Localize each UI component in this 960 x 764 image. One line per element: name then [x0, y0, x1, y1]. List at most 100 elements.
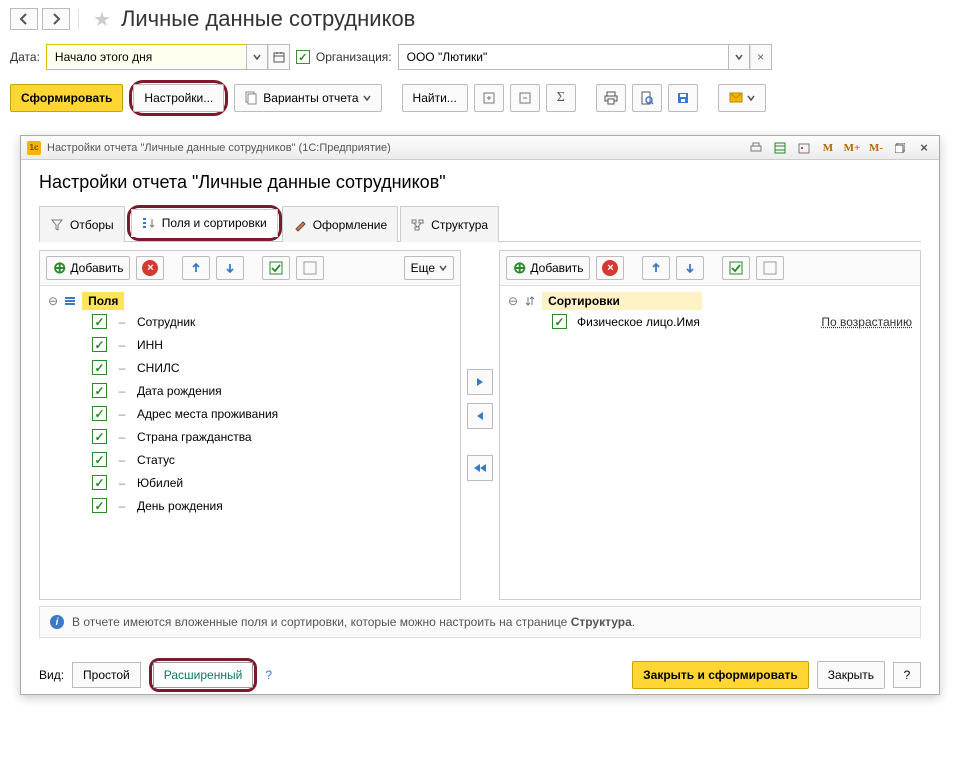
titlebar-m-button[interactable]: M	[819, 140, 837, 156]
sort-check-all[interactable]	[722, 256, 750, 280]
arrow-right-icon	[474, 376, 486, 388]
close-and-form-button[interactable]: Закрыть и сформировать	[632, 661, 809, 689]
field-label: Адрес места проживания	[137, 407, 278, 421]
help-link[interactable]: ?	[265, 668, 272, 682]
filter-row: Дата: Начало этого дня ✓ Организация: ОО…	[0, 38, 960, 80]
field-row[interactable]: ✓–Адрес места проживания	[48, 402, 452, 425]
field-row[interactable]: ✓–Сотрудник	[48, 310, 452, 333]
modal-heading: Настройки отчета "Личные данные сотрудни…	[39, 172, 921, 193]
check-icon[interactable]: ✓	[92, 314, 107, 329]
sort-field-name: Физическое лицо.Имя	[577, 315, 700, 329]
check-icon[interactable]: ✓	[92, 475, 107, 490]
fields-tree-head[interactable]: ⊖ Поля	[48, 292, 452, 310]
find-button[interactable]: Найти...	[402, 84, 468, 112]
date-dropdown-button[interactable]	[246, 44, 268, 70]
titlebar-grid-icon[interactable]	[771, 140, 789, 156]
move-all-left-button[interactable]	[467, 455, 493, 481]
sort-move-down[interactable]	[676, 256, 704, 280]
info-icon: i	[50, 615, 64, 629]
save-button[interactable]	[668, 84, 698, 112]
field-row[interactable]: ✓–СНИЛС	[48, 356, 452, 379]
field-row[interactable]: ✓–Дата рождения	[48, 379, 452, 402]
page-title: Личные данные сотрудников	[121, 6, 415, 32]
fields-uncheck-all[interactable]	[296, 256, 324, 280]
fields-add-button[interactable]: ⊕Добавить	[46, 256, 130, 280]
view-simple-button[interactable]: Простой	[72, 662, 141, 688]
tab-filters[interactable]: Отборы	[39, 206, 125, 242]
view-advanced-highlight: Расширенный	[149, 658, 258, 692]
uncheckall-icon	[763, 261, 777, 275]
check-icon[interactable]: ✓	[92, 360, 107, 375]
settings-button[interactable]: Настройки...	[133, 84, 224, 112]
sort-direction[interactable]: По возрастанию	[821, 315, 912, 329]
date-picker-button[interactable]	[268, 44, 290, 70]
check-icon[interactable]: ✓	[92, 383, 107, 398]
sort-item[interactable]: ✓ Физическое лицо.Имя По возрастанию	[508, 310, 912, 333]
sort-tree[interactable]: ⊖ Сортировки ✓ Физическое лицо.Имя По во…	[500, 286, 920, 599]
date-input[interactable]: Начало этого дня	[46, 44, 246, 70]
preview-button[interactable]	[632, 84, 662, 112]
field-row[interactable]: ✓–Страна гражданства	[48, 425, 452, 448]
collapse-toggle-icon[interactable]: ⊖	[508, 294, 518, 308]
org-input[interactable]: ООО "Лютики"	[398, 44, 728, 70]
check-icon[interactable]: ✓	[92, 429, 107, 444]
view-advanced-button[interactable]: Расширенный	[153, 662, 254, 688]
favorite-star-icon[interactable]: ★	[93, 7, 111, 32]
move-right-button[interactable]	[467, 369, 493, 395]
org-clear-button[interactable]: ×	[750, 44, 772, 70]
field-row[interactable]: ✓–ИНН	[48, 333, 452, 356]
check-icon[interactable]: ✓	[92, 337, 107, 352]
tab-design[interactable]: Оформление	[282, 206, 398, 242]
diskette-icon	[676, 91, 690, 105]
email-button[interactable]	[718, 84, 766, 112]
fields-tree[interactable]: ⊖ Поля ✓–Сотрудник✓–ИНН✓–СНИЛС✓–Дата рож…	[40, 286, 460, 599]
field-row[interactable]: ✓–День рождения	[48, 494, 452, 517]
check-icon: ✓	[296, 50, 310, 64]
sort-add-button[interactable]: ⊕Добавить	[506, 256, 590, 280]
modal-bottom-bar: Вид: Простой Расширенный ? Закрыть и сфо…	[21, 648, 939, 702]
fields-more-button[interactable]: Еще	[404, 256, 454, 280]
fields-move-up[interactable]	[182, 256, 210, 280]
report-variants-button[interactable]: Варианты отчета	[234, 84, 381, 112]
titlebar-mplus-button[interactable]: M+	[843, 140, 861, 156]
modal-titlebar[interactable]: 1c Настройки отчета "Личные данные сотру…	[21, 136, 939, 160]
org-dropdown-button[interactable]	[728, 44, 750, 70]
titlebar-calendar-icon[interactable]	[795, 140, 813, 156]
sort-uncheck-all[interactable]	[756, 256, 784, 280]
sum-button[interactable]: Σ	[546, 84, 576, 112]
check-icon[interactable]: ✓	[92, 498, 107, 513]
field-label: Статус	[137, 453, 175, 467]
tab-structure[interactable]: Структура	[400, 206, 499, 242]
field-row[interactable]: ✓–Юбилей	[48, 471, 452, 494]
field-row[interactable]: ✓–Статус	[48, 448, 452, 471]
expand-groups-button[interactable]	[474, 84, 504, 112]
nav-back-button[interactable]	[10, 8, 38, 30]
form-button[interactable]: Сформировать	[10, 84, 123, 112]
delete-icon: ×	[602, 260, 618, 276]
check-icon[interactable]: ✓	[92, 452, 107, 467]
sort-move-up[interactable]	[642, 256, 670, 280]
sort-delete-button[interactable]: ×	[596, 256, 624, 280]
sort-tree-head[interactable]: ⊖ Сортировки	[508, 292, 912, 310]
titlebar-print-icon[interactable]	[747, 140, 765, 156]
main-toolbar: Сформировать Настройки... Варианты отчет…	[0, 80, 960, 126]
plus-icon: ⊕	[513, 258, 526, 278]
collapse-groups-button[interactable]	[510, 84, 540, 112]
titlebar-mminus-button[interactable]: M-	[867, 140, 885, 156]
nav-forward-button[interactable]	[42, 8, 70, 30]
move-left-button[interactable]	[467, 403, 493, 429]
fields-check-all[interactable]	[262, 256, 290, 280]
titlebar-restore-button[interactable]	[891, 140, 909, 156]
close-button[interactable]: Закрыть	[817, 661, 885, 689]
titlebar-close-button[interactable]: ×	[915, 140, 933, 156]
tab-fields-sort[interactable]: Поля и сортировки	[131, 209, 278, 237]
fields-move-down[interactable]	[216, 256, 244, 280]
check-icon[interactable]: ✓	[552, 314, 567, 329]
print-button[interactable]	[596, 84, 626, 112]
modal-title-text: Настройки отчета "Личные данные сотрудни…	[47, 142, 391, 154]
help-button[interactable]: ?	[893, 662, 921, 688]
collapse-toggle-icon[interactable]: ⊖	[48, 294, 58, 308]
fields-delete-button[interactable]: ×	[136, 256, 164, 280]
org-checkbox[interactable]: ✓	[296, 50, 310, 64]
check-icon[interactable]: ✓	[92, 406, 107, 421]
